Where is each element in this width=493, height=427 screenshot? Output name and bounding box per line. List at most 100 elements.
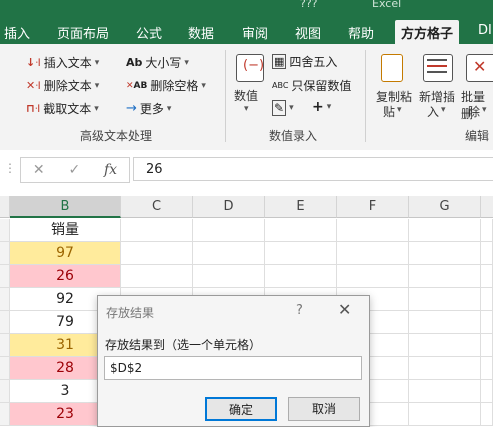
more-button[interactable]: → 更多 ▾ xyxy=(126,100,171,117)
empty-cell[interactable] xyxy=(265,265,337,288)
empty-cell[interactable] xyxy=(121,242,193,265)
sales-cell[interactable]: 26 xyxy=(10,265,121,288)
chevron-down-icon: ▾ xyxy=(397,105,402,115)
empty-cell[interactable] xyxy=(409,380,481,403)
delete-text-button[interactable]: ✕꜊ 删除文本 ▾ xyxy=(26,77,99,94)
empty-cell[interactable] xyxy=(409,219,481,242)
batch-delete-label-line2: 除 xyxy=(468,105,481,119)
delete-space-button[interactable]: ✕AB 删除空格 ▾ xyxy=(126,77,206,94)
round-button[interactable]: ▦ 四舍五入 xyxy=(272,53,337,70)
empty-cell[interactable] xyxy=(409,288,481,311)
cancel-button[interactable]: 取消 xyxy=(288,397,360,421)
enter-icon[interactable]: ✓ xyxy=(68,162,80,178)
column-header-c[interactable]: C xyxy=(121,196,193,218)
column-header-f[interactable]: F xyxy=(337,196,409,218)
formula-bar: ⋮ ✕ ✓ fx 26 xyxy=(0,150,493,191)
chevron-down-icon: ▾ xyxy=(166,103,172,114)
row-edge[interactable] xyxy=(0,311,10,334)
formula-buttons: ✕ ✓ fx xyxy=(20,157,130,183)
column-header-h[interactable] xyxy=(481,196,493,218)
tab-review[interactable]: 审阅 xyxy=(242,23,268,42)
case-button[interactable]: Ab 大小写 ▾ xyxy=(126,54,189,71)
empty-cell[interactable] xyxy=(409,403,481,426)
plus-dropdown-button[interactable]: + ▾ xyxy=(312,99,331,115)
ribbon: ↓꜊ 插入文本 ▾ ✕꜊ 删除文本 ▾ ⊓꜊ 截取文本 ▾ Ab 大小写 ▾ ✕… xyxy=(0,44,493,151)
cancel-icon[interactable]: ✕ xyxy=(33,162,45,178)
empty-cell[interactable] xyxy=(337,242,409,265)
empty-cell[interactable] xyxy=(409,242,481,265)
group-label-text: 高级文本处理 xyxy=(80,129,153,143)
extract-text-button[interactable]: ⊓꜊ 截取文本 ▾ xyxy=(26,100,99,117)
empty-cell[interactable] xyxy=(121,219,193,242)
empty-cell[interactable] xyxy=(121,265,193,288)
name-box-edge[interactable]: ⋮ xyxy=(0,157,16,181)
empty-cell[interactable] xyxy=(481,219,493,242)
target-cell-input[interactable] xyxy=(104,356,362,380)
empty-cell[interactable] xyxy=(481,334,493,357)
copy-paste-button[interactable]: 复制粘 贴 ▾ xyxy=(373,52,413,127)
empty-cell[interactable] xyxy=(337,219,409,242)
empty-cell[interactable] xyxy=(193,242,265,265)
empty-cell[interactable] xyxy=(481,288,493,311)
close-icon[interactable]: ✕ xyxy=(338,300,351,319)
empty-cell[interactable] xyxy=(265,219,337,242)
header-cell-sales[interactable]: 销量 xyxy=(10,219,121,242)
more-label: 更多 xyxy=(139,102,164,116)
sales-cell[interactable]: 97 xyxy=(10,242,121,265)
tab-help[interactable]: 帮助 xyxy=(348,23,374,42)
ribbon-separator xyxy=(225,50,226,142)
column-header-a[interactable] xyxy=(0,196,10,218)
help-icon[interactable]: ? xyxy=(296,303,303,318)
batch-delete-button[interactable]: ✕ 批量删 除 ▾ xyxy=(460,52,493,127)
tab-page-layout[interactable]: 页面布局 xyxy=(57,23,109,42)
tab-view[interactable]: 视图 xyxy=(295,23,321,42)
insert-text-button[interactable]: ↓꜊ 插入文本 ▾ xyxy=(26,54,99,71)
column-header-b[interactable]: B xyxy=(10,196,121,218)
chevron-down-icon: ▾ xyxy=(326,102,332,112)
empty-cell[interactable] xyxy=(409,357,481,380)
fx-icon[interactable]: fx xyxy=(104,162,117,178)
empty-cell[interactable] xyxy=(265,242,337,265)
edit-dropdown-button[interactable]: ✎ ▾ xyxy=(272,100,294,116)
empty-cell[interactable] xyxy=(409,265,481,288)
chevron-down-icon: ▾ xyxy=(482,105,487,115)
keep-number-button[interactable]: ABC 只保留数值 xyxy=(272,77,351,94)
tab-data[interactable]: 数据 xyxy=(188,23,214,42)
tab-insert[interactable]: 插入 xyxy=(4,23,30,42)
empty-cell[interactable] xyxy=(193,265,265,288)
add-insert-label-line2: 入 xyxy=(427,105,440,119)
plus-icon: + xyxy=(312,99,324,115)
row-edge[interactable] xyxy=(0,288,10,311)
formula-input[interactable]: 26 xyxy=(133,157,493,181)
delete-text-icon: ✕꜊ xyxy=(26,79,41,92)
tab-di[interactable]: DI xyxy=(478,23,492,38)
row-edge[interactable] xyxy=(0,334,10,357)
column-header-g[interactable]: G xyxy=(409,196,481,218)
chevron-down-icon: ▾ xyxy=(244,104,249,114)
empty-cell[interactable] xyxy=(481,403,493,426)
empty-cell[interactable] xyxy=(409,334,481,357)
number-button[interactable]: (−) 数值 ▾ xyxy=(233,52,265,122)
copy-paste-label-line2: 贴 xyxy=(383,105,396,119)
empty-cell[interactable] xyxy=(409,311,481,334)
empty-cell[interactable] xyxy=(481,265,493,288)
add-insert-button[interactable]: 新增插 入 ▾ xyxy=(417,52,459,127)
empty-cell[interactable] xyxy=(481,380,493,403)
ok-button[interactable]: 确定 xyxy=(205,397,277,421)
empty-cell[interactable] xyxy=(481,242,493,265)
empty-cell[interactable] xyxy=(193,219,265,242)
group-label-number: 数值录入 xyxy=(269,129,318,143)
row-edge[interactable] xyxy=(0,265,10,288)
column-header-e[interactable]: E xyxy=(265,196,337,218)
row-edge[interactable] xyxy=(0,357,10,380)
empty-cell[interactable] xyxy=(481,357,493,380)
row-edge[interactable] xyxy=(0,242,10,265)
column-header-d[interactable]: D xyxy=(193,196,265,218)
empty-cell[interactable] xyxy=(481,311,493,334)
tab-formulas[interactable]: 公式 xyxy=(136,23,162,42)
row-edge[interactable] xyxy=(0,403,10,426)
empty-cell[interactable] xyxy=(337,265,409,288)
row-edge[interactable] xyxy=(0,380,10,403)
delete-space-label: 删除空格 xyxy=(150,79,199,93)
row-edge[interactable] xyxy=(0,219,10,242)
